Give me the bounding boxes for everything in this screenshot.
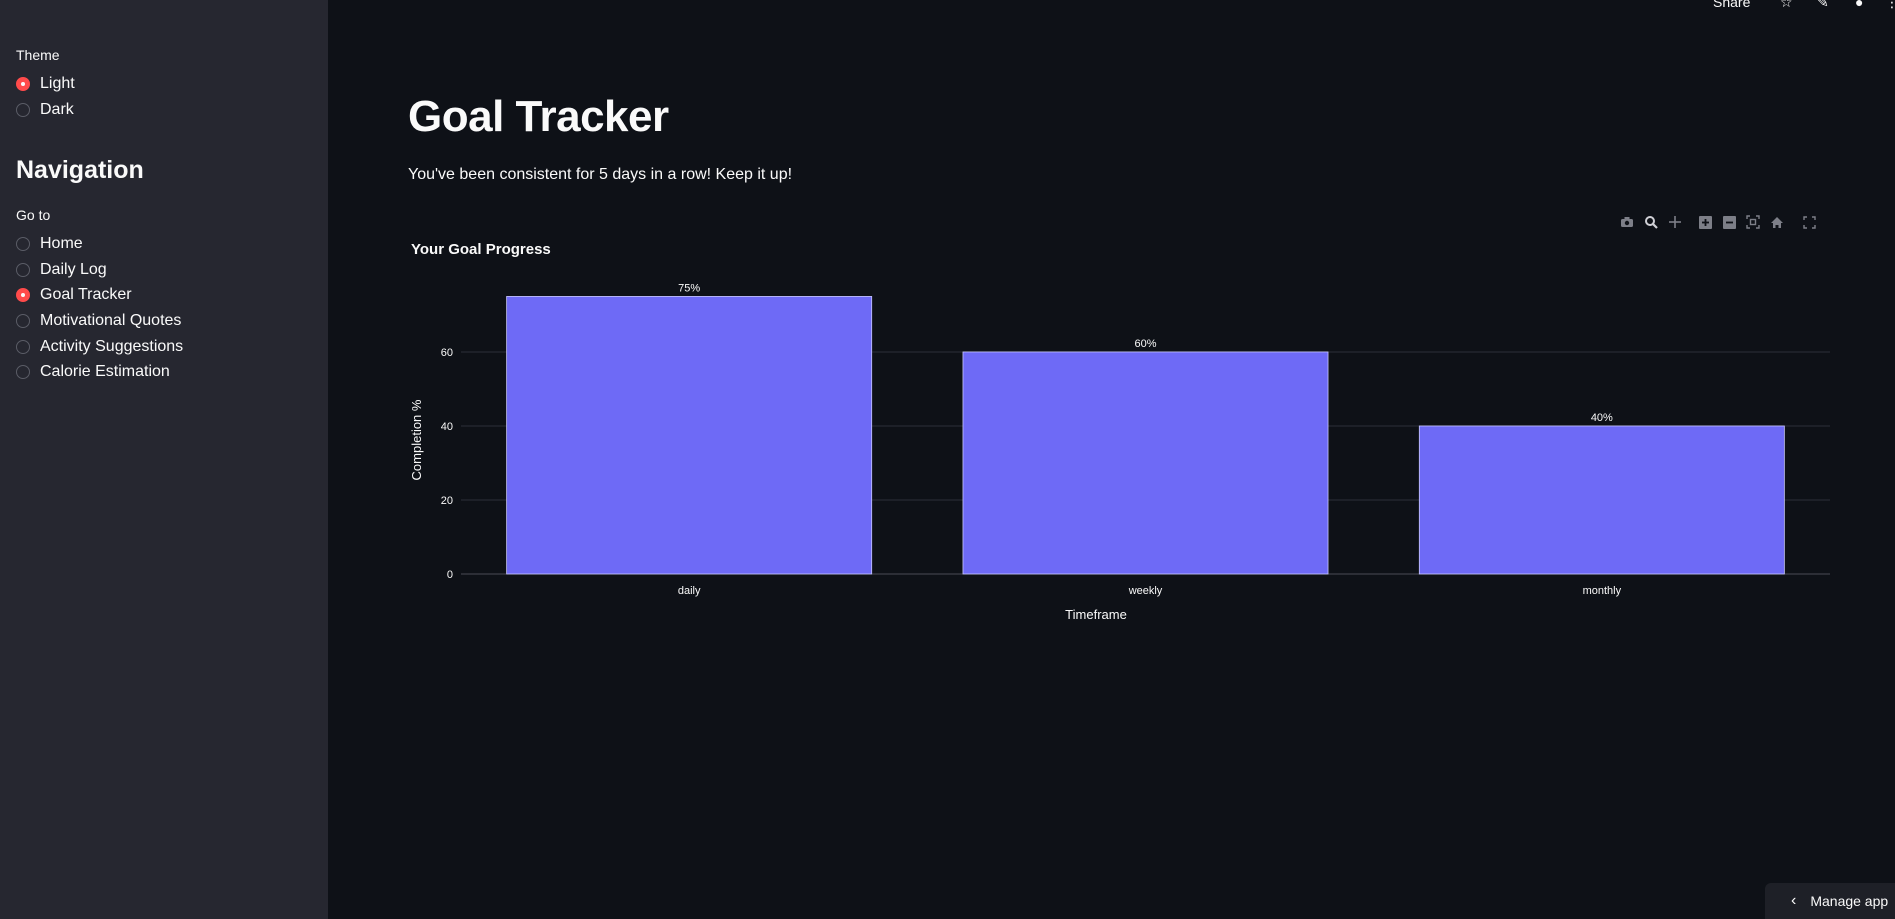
star-icon[interactable]: ☆ <box>1780 0 1793 11</box>
edit-icon[interactable]: ✎ <box>1817 0 1829 11</box>
navigation-heading: Navigation <box>16 156 144 184</box>
theme-option-label: Light <box>40 75 75 92</box>
radio-checked-icon[interactable] <box>16 288 30 302</box>
nav-option-daily-log[interactable]: Daily Log <box>16 259 107 281</box>
radio-checked-icon[interactable] <box>16 77 30 91</box>
nav-option-home[interactable]: Home <box>16 233 83 255</box>
radio-unchecked-icon[interactable] <box>16 314 30 328</box>
top-toolbar: Share ☆ ✎ ● ⋮ <box>1675 0 1895 20</box>
nav-option-goal-tracker[interactable]: Goal Tracker <box>16 284 132 306</box>
bar-monthly[interactable] <box>1418 425 1785 575</box>
sidebar: Theme Light Dark Navigation Go to Home D… <box>0 0 328 919</box>
x-tick-label: daily <box>678 585 701 597</box>
nav-option-label: Motivational Quotes <box>40 312 182 329</box>
manage-app-button[interactable]: ‹ Manage app <box>1765 883 1895 919</box>
bar-data-label: 75% <box>678 282 700 294</box>
github-icon[interactable]: ● <box>1855 0 1863 10</box>
nav-option-label: Goal Tracker <box>40 286 132 303</box>
bar-data-label: 60% <box>1134 338 1156 350</box>
radio-unchecked-icon[interactable] <box>16 340 30 354</box>
more-icon[interactable]: ⋮ <box>1885 0 1895 11</box>
x-axis-label: Timeframe <box>1065 607 1127 622</box>
theme-label: Theme <box>16 47 60 63</box>
y-tick-label: 40 <box>441 421 453 433</box>
nav-option-label: Calorie Estimation <box>40 363 170 380</box>
theme-option-label: Dark <box>40 101 74 118</box>
y-tick-label: 60 <box>441 347 453 359</box>
bar-chart-svg: Your Goal Progress 75% 60% 40% 0 20 40 60 dail… <box>409 241 1830 622</box>
bar-data-label: 40% <box>1591 412 1613 424</box>
x-tick-label: monthly <box>1583 585 1622 597</box>
nav-option-label: Activity Suggestions <box>40 338 184 355</box>
radio-unchecked-icon[interactable] <box>16 237 30 251</box>
y-tick-label: 20 <box>441 495 453 507</box>
y-axis-label: Completion % <box>409 399 424 480</box>
bar-weekly[interactable] <box>962 351 1329 575</box>
nav-option-motivational-quotes[interactable]: Motivational Quotes <box>16 310 181 332</box>
nav-option-calorie-estimation[interactable]: Calorie Estimation <box>16 361 170 383</box>
radio-unchecked-icon[interactable] <box>16 103 30 117</box>
bar-daily[interactable] <box>506 296 873 575</box>
x-tick-label: weekly <box>1128 585 1163 597</box>
streak-message: You've been consistent for 5 days in a r… <box>408 166 793 183</box>
goto-label: Go to <box>16 207 51 223</box>
chevron-left-icon: ‹ <box>1791 892 1797 909</box>
nav-option-label: Daily Log <box>40 261 107 278</box>
radio-unchecked-icon[interactable] <box>16 263 30 277</box>
share-button[interactable]: Share <box>1713 0 1750 10</box>
radio-unchecked-icon[interactable] <box>16 365 30 379</box>
page-title: Goal Tracker <box>408 92 669 141</box>
nav-option-label: Home <box>40 235 83 252</box>
goal-progress-chart: Your Goal Progress 75% 60% 40% 0 20 40 60 dail… <box>408 210 1838 630</box>
nav-option-activity-suggestions[interactable]: Activity Suggestions <box>16 336 183 358</box>
theme-option-dark[interactable]: Dark <box>16 99 74 121</box>
manage-app-label: Manage app <box>1810 893 1889 909</box>
theme-option-light[interactable]: Light <box>16 73 75 95</box>
y-tick-label: 0 <box>447 569 453 581</box>
chart-title: Your Goal Progress <box>411 241 551 258</box>
